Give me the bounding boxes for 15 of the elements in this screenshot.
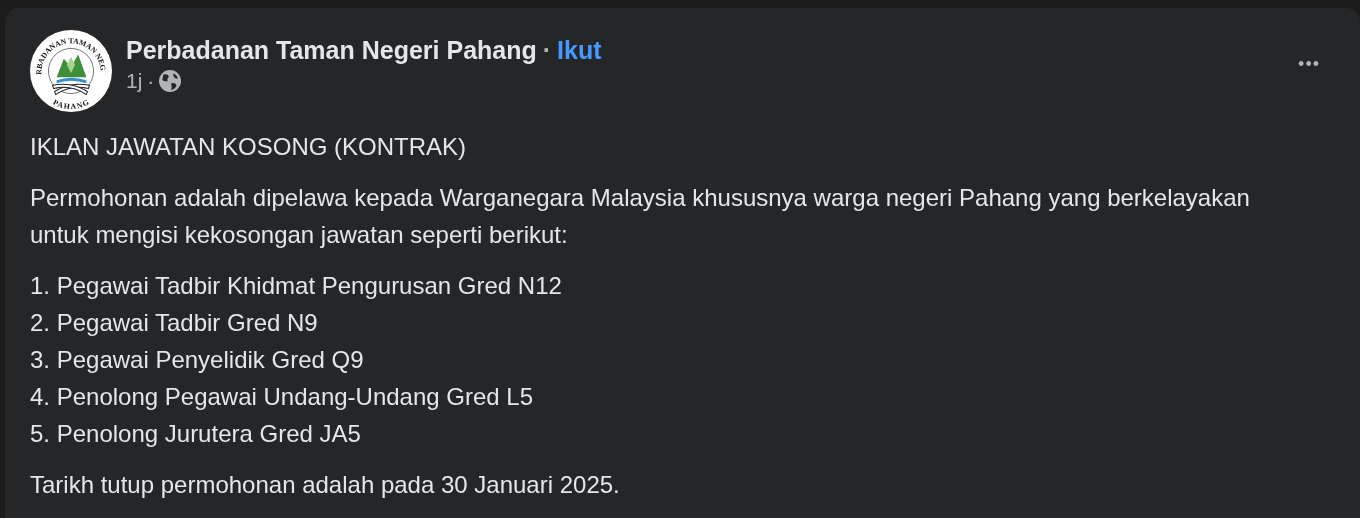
list-item: 4. Penolong Pegawai Undang-Undang Gred L5 xyxy=(30,382,535,412)
post-text: Tarikh tutup permohonan adalah pada 30 Januari 2025. xyxy=(30,470,621,500)
separator-dot: · xyxy=(542,36,552,64)
post-text: IKLAN JAWATAN KOSONG (KONTRAK) xyxy=(30,132,468,162)
list-item: 2. Pegawai Tadbir Gred N9 xyxy=(30,308,319,338)
post-time[interactable]: 1j xyxy=(126,69,143,93)
separator-dot: · xyxy=(147,69,155,93)
post-text: Permohonan adalah dipelawa kepada Warganegara Malaysia khususnya warga negeri Pahang yang berkelayakan untuk mengisi kekosongan jawatan seperti berikut: xyxy=(30,183,1251,250)
list-item: 3. Pegawai Penyelidik Gred Q9 xyxy=(30,345,365,375)
author-name[interactable]: Perbadanan Taman Negeri Pahang xyxy=(126,36,537,64)
more-options-button[interactable]: ••• xyxy=(1298,54,1320,75)
follow-link[interactable]: Ikut xyxy=(557,36,602,64)
list-item: 1. Pegawai Tadbir Khidmat Pengurusan Gred N12 xyxy=(30,271,563,301)
globe-icon[interactable] xyxy=(159,70,182,92)
list-item: 5. Penolong Jurutera Gred JA5 xyxy=(30,419,362,449)
